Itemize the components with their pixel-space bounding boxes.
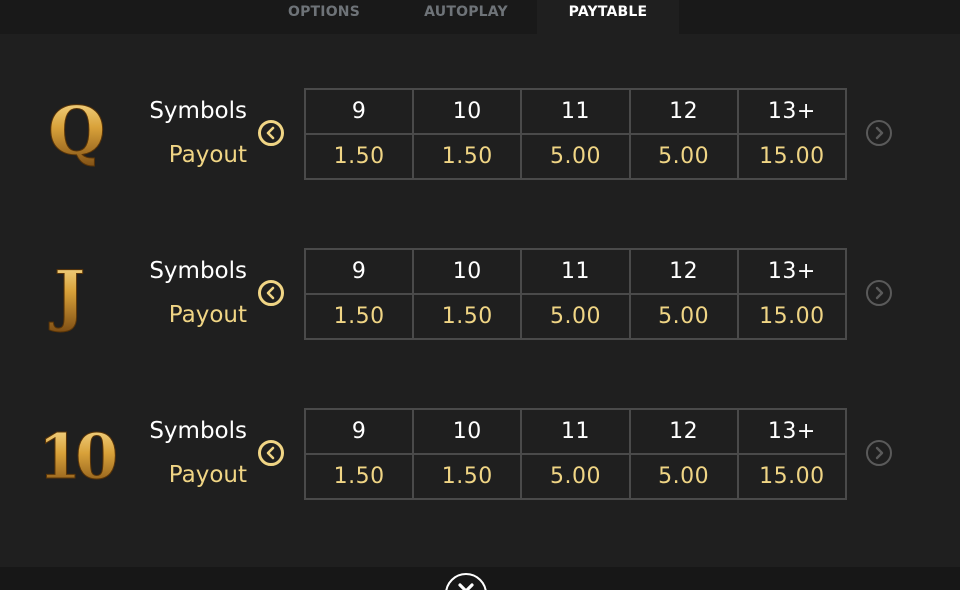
payout-cell: 15.00 — [736, 133, 848, 180]
tab-paytable[interactable]: PAYTABLE — [537, 0, 679, 34]
next-button[interactable] — [866, 440, 892, 466]
symbol-count-cell: 11 — [520, 88, 631, 135]
symbol-count-cell: 9 — [303, 248, 415, 295]
payout-cell: 5.00 — [520, 293, 631, 340]
chevron-right-icon — [875, 286, 884, 300]
payout-label: Payout — [168, 302, 247, 328]
prev-button[interactable] — [258, 440, 284, 466]
tab-bar: OPTIONS AUTOPLAY PAYTABLE — [0, 0, 960, 34]
chevron-left-icon — [266, 446, 275, 460]
payout-row: 1.50 1.50 5.00 5.00 15.00 — [303, 293, 848, 340]
payout-cell: 1.50 — [412, 293, 523, 340]
symbol-count-cell: 13+ — [736, 248, 848, 295]
payout-cell: 15.00 — [736, 453, 848, 500]
payout-cell: 15.00 — [736, 293, 848, 340]
payout-cell: 1.50 — [303, 453, 415, 500]
svg-text:J: J — [49, 256, 85, 334]
symbol-count-row: 9 10 11 12 13+ — [303, 408, 848, 455]
symbol-count-cell: 11 — [520, 408, 631, 455]
paytable-row-j: J Symbols Payout 9 10 11 12 13+ 1.50 1.5… — [0, 248, 960, 340]
tab-autoplay[interactable]: AUTOPLAY — [410, 0, 522, 34]
payout-row: 1.50 1.50 5.00 5.00 15.00 — [303, 453, 848, 500]
symbol-count-row: 9 10 11 12 13+ — [303, 88, 848, 135]
payout-cell: 5.00 — [628, 453, 739, 500]
symbol-count-cell: 9 — [303, 408, 415, 455]
letter-j-icon: J — [30, 248, 130, 340]
payout-table: 9 10 11 12 13+ 1.50 1.50 5.00 5.00 15.00 — [303, 88, 848, 180]
prev-button[interactable] — [258, 280, 284, 306]
chevron-right-icon — [875, 446, 884, 460]
symbol-count-cell: 12 — [628, 248, 739, 295]
symbol-count-cell: 11 — [520, 248, 631, 295]
tab-options[interactable]: OPTIONS — [270, 0, 378, 34]
symbol-count-cell: 10 — [412, 408, 523, 455]
svg-text:10: 10 — [38, 420, 116, 493]
chevron-right-icon — [875, 126, 884, 140]
symbol-count-cell: 9 — [303, 88, 415, 135]
payout-cell: 1.50 — [303, 293, 415, 340]
payout-cell: 5.00 — [628, 293, 739, 340]
payout-cell: 1.50 — [412, 453, 523, 500]
next-button[interactable] — [866, 120, 892, 146]
payout-cell: 5.00 — [520, 133, 631, 180]
prev-button[interactable] — [258, 120, 284, 146]
svg-text:Q: Q — [48, 92, 106, 170]
close-icon — [458, 583, 474, 590]
paytable-row-q: Q Symbols Payout 9 10 11 12 13+ 1.50 1.5… — [0, 88, 960, 180]
paytable-page: OPTIONS AUTOPLAY PAYTABLE Q Symbols Payo… — [0, 0, 960, 590]
number-ten-icon: 10 — [30, 408, 130, 500]
letter-q-icon: Q — [30, 88, 130, 180]
paytable-row-10: 10 Symbols Payout 9 10 11 12 13+ 1.50 1.… — [0, 408, 960, 500]
symbols-label: Symbols — [149, 418, 247, 444]
close-button[interactable] — [445, 573, 487, 590]
symbol-count-cell: 12 — [628, 408, 739, 455]
symbol-count-cell: 13+ — [736, 88, 848, 135]
symbol-count-cell: 12 — [628, 88, 739, 135]
payout-cell: 5.00 — [520, 453, 631, 500]
payout-label: Payout — [168, 142, 247, 168]
chevron-left-icon — [266, 126, 275, 140]
symbol-count-cell: 10 — [412, 88, 523, 135]
payout-label: Payout — [168, 462, 247, 488]
symbol-count-row: 9 10 11 12 13+ — [303, 248, 848, 295]
symbol-count-cell: 13+ — [736, 408, 848, 455]
payout-table: 9 10 11 12 13+ 1.50 1.50 5.00 5.00 15.00 — [303, 248, 848, 340]
payout-cell: 1.50 — [303, 133, 415, 180]
symbols-label: Symbols — [149, 98, 247, 124]
payout-cell: 1.50 — [412, 133, 523, 180]
symbols-label: Symbols — [149, 258, 247, 284]
payout-cell: 5.00 — [628, 133, 739, 180]
payout-row: 1.50 1.50 5.00 5.00 15.00 — [303, 133, 848, 180]
payout-table: 9 10 11 12 13+ 1.50 1.50 5.00 5.00 15.00 — [303, 408, 848, 500]
chevron-left-icon — [266, 286, 275, 300]
next-button[interactable] — [866, 280, 892, 306]
symbol-count-cell: 10 — [412, 248, 523, 295]
